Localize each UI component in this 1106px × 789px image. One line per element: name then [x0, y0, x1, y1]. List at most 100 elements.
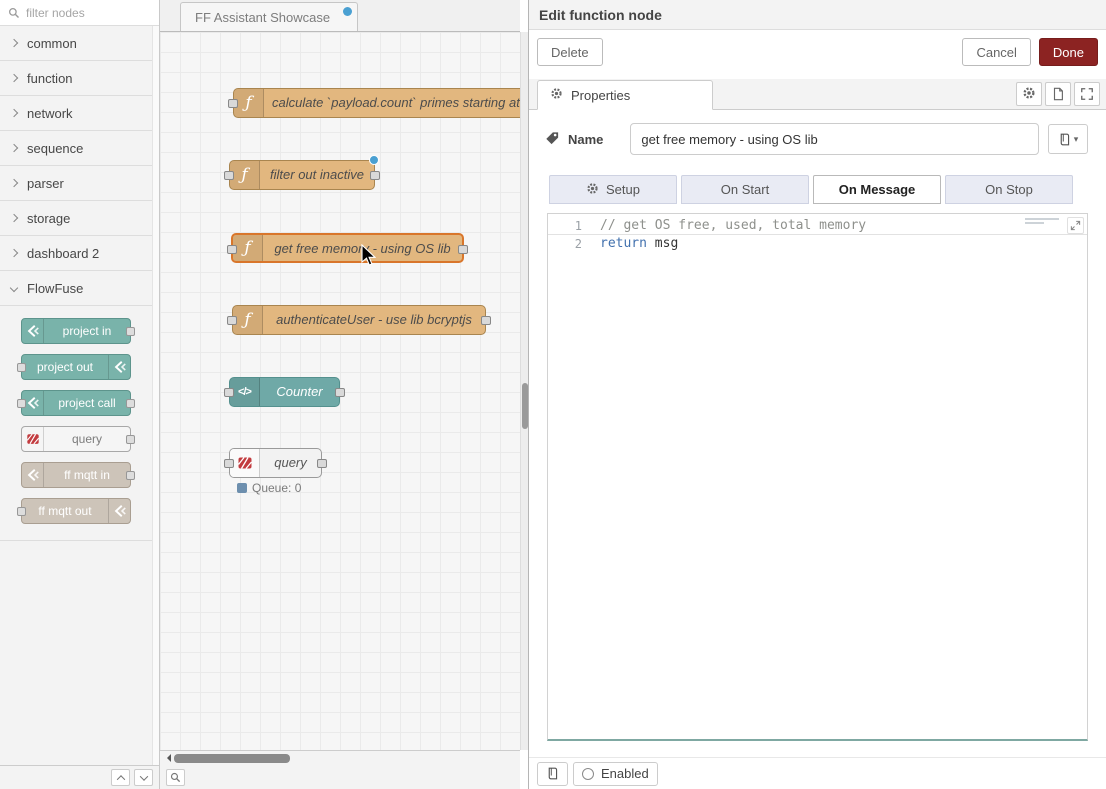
code-line-2[interactable]: 2return msg — [548, 235, 1087, 253]
func-icon: ƒ — [233, 306, 263, 334]
port-right — [126, 471, 135, 480]
port-left — [17, 363, 26, 372]
search-icon — [8, 7, 20, 19]
node-port-right[interactable] — [481, 316, 491, 325]
node-enabled-toggle[interactable]: Enabled — [573, 762, 658, 786]
port-left — [17, 507, 26, 516]
flow-canvas[interactable]: ƒcalculate `payload.count` primes starti… — [160, 32, 520, 750]
code-line-1[interactable]: 1// get OS free, used, total memory — [548, 217, 1087, 235]
node-settings-button[interactable] — [1016, 82, 1042, 106]
node-label: authenticateUser - use lib bcryptjs — [263, 306, 485, 334]
node-name-input[interactable] — [630, 123, 1039, 155]
palette-categories: commonfunctionnetwork sequence parserstora… — [0, 26, 152, 765]
workspace-tab-label: FF Assistant Showcase — [195, 10, 330, 25]
palette-node-label: project call — [44, 391, 130, 415]
editor-tab-setup[interactable]: Setup — [549, 175, 677, 204]
palette-category-storage[interactable]: storage — [0, 201, 152, 236]
node-port-right[interactable] — [317, 459, 327, 468]
function-editor-tabs: Setup On Start On MessageOn Stop — [529, 165, 1106, 204]
book-icon — [546, 767, 559, 780]
editor-expand-button[interactable] — [1067, 217, 1084, 234]
tab-properties[interactable]: Properties — [537, 80, 713, 110]
func-icon: ƒ — [234, 89, 264, 117]
node-port-right[interactable] — [370, 171, 380, 180]
delete-button[interactable]: Delete — [537, 38, 603, 66]
done-button[interactable]: Done — [1039, 38, 1098, 66]
tab-label: Setup — [606, 182, 640, 197]
chevron-icon — [10, 284, 18, 292]
palette-category-sequence[interactable]: sequence — [0, 131, 152, 166]
palette-category-flowfuse[interactable]: FlowFuse — [0, 271, 152, 306]
palette-node-query[interactable]: query — [21, 426, 131, 452]
node-port-left[interactable] — [227, 316, 237, 325]
dialog-footer: Enabled — [529, 757, 1106, 789]
palette-node-label: ff mqtt in — [44, 463, 130, 487]
gear-icon — [550, 87, 563, 103]
node-port-left[interactable] — [228, 99, 238, 108]
palette-category-common[interactable]: common — [0, 26, 152, 61]
scroll-left-arrow-icon[interactable] — [163, 754, 171, 762]
flow-node-authenticateuser-use-lib-bcryptj[interactable]: ƒauthenticateUser - use lib bcryptjs — [232, 305, 486, 335]
node-port-left[interactable] — [224, 459, 234, 468]
node-port-left[interactable] — [224, 171, 234, 180]
node-port-right[interactable] — [335, 388, 345, 397]
flow-node-calculate-payload-count-primes-s[interactable]: ƒcalculate `payload.count` primes starti… — [233, 88, 520, 118]
func-icon: ƒ — [230, 161, 260, 189]
node-port-left[interactable] — [224, 388, 234, 397]
palette-node-ff-mqtt-out[interactable]: ff mqtt out — [21, 498, 131, 524]
appearance-button[interactable] — [1074, 82, 1100, 106]
editor-tab-on-message[interactable]: On Message — [813, 175, 941, 204]
enabled-label: Enabled — [601, 766, 649, 781]
node-port-left[interactable] — [227, 245, 237, 254]
ff-icon — [108, 499, 130, 523]
dialog-header: Edit function node — [529, 0, 1106, 30]
dialog-tool-icons — [1016, 82, 1100, 106]
editor-minimap — [1025, 218, 1059, 226]
chevron-icon — [10, 214, 18, 222]
chevron-icon — [10, 109, 18, 117]
palette-category-dashboard-2[interactable]: dashboard 2 — [0, 236, 152, 271]
canvas-hscrollbar[interactable] — [160, 750, 520, 765]
flow-node-get-free-memory-using-os-lib[interactable]: ƒget free memory - using OS lib — [231, 233, 464, 263]
palette-search-input[interactable] — [26, 6, 151, 20]
node-label: get free memory - using OS lib — [263, 235, 462, 261]
flow-node-filter-out-inactive[interactable]: ƒfilter out inactive — [229, 160, 375, 190]
book-icon — [1058, 133, 1071, 146]
editor-tab-on-start[interactable]: On Start — [681, 175, 809, 204]
node-label: calculate `payload.count` primes startin… — [264, 89, 520, 117]
category-label: sequence — [27, 141, 83, 156]
expand-icon — [1080, 87, 1094, 101]
zoom-button[interactable] — [166, 769, 185, 786]
code-editor[interactable]: 1// get OS free, used, total memory2retu… — [547, 213, 1088, 741]
enabled-radio-icon — [582, 768, 594, 780]
code-text: return msg — [600, 235, 678, 253]
editor-tab-on-stop[interactable]: On Stop — [945, 175, 1073, 204]
library-button[interactable]: ▾ — [1048, 124, 1088, 154]
flow-node-counter[interactable]: </>Counter — [229, 377, 340, 407]
palette-category-parser[interactable]: parser — [0, 166, 152, 201]
description-button[interactable] — [1045, 82, 1071, 106]
canvas-vscrollbar[interactable] — [520, 32, 528, 750]
palette-node-project-call[interactable]: project call — [21, 390, 131, 416]
palette-category-function[interactable]: function — [0, 61, 152, 96]
hscrollbar-thumb[interactable] — [174, 754, 290, 763]
node-port-right[interactable] — [458, 245, 468, 254]
unsaved-changes-indicator — [343, 7, 352, 16]
palette-node-ff-mqtt-in[interactable]: ff mqtt in — [21, 462, 131, 488]
palette-scrollbar[interactable] — [152, 26, 159, 765]
workspace-tab[interactable]: FF Assistant Showcase — [180, 2, 358, 31]
palette-category-network[interactable]: network — [0, 96, 152, 131]
flow-node-query[interactable]: query — [229, 448, 322, 478]
chevron-up-icon — [116, 775, 124, 783]
line-number: 2 — [548, 235, 600, 253]
palette-node-project-in[interactable]: project in — [21, 318, 131, 344]
palette-collapse-all-button[interactable] — [111, 769, 130, 786]
palette-expand-all-button[interactable] — [134, 769, 153, 786]
node-label: Counter — [260, 378, 339, 406]
code-lines: 1// get OS free, used, total memory2retu… — [548, 217, 1087, 253]
library-export-button[interactable] — [537, 762, 568, 786]
tab-label: On Start — [721, 182, 769, 197]
palette-search[interactable] — [0, 0, 159, 26]
palette-node-project-out[interactable]: project out — [21, 354, 131, 380]
cancel-button[interactable]: Cancel — [962, 38, 1030, 66]
